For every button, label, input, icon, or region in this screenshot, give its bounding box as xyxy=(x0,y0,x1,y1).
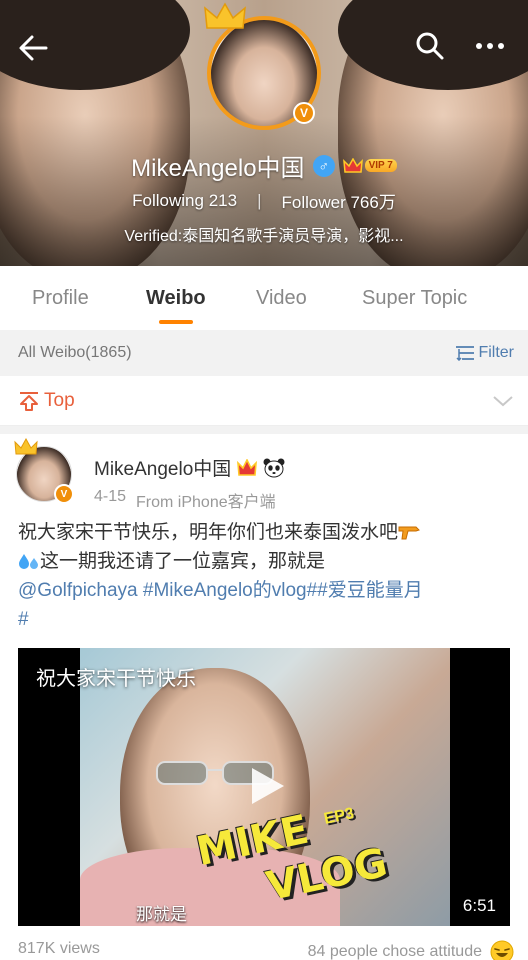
profile-avatar-wrap[interactable]: V xyxy=(204,2,321,130)
filter-bar: All Weibo(1865) Filter xyxy=(0,330,528,376)
all-weibo-count: All Weibo(1865) xyxy=(18,344,132,361)
crown-icon xyxy=(14,438,38,455)
back-button[interactable] xyxy=(16,30,52,66)
hashtag-link-end[interactable]: # xyxy=(18,609,29,630)
stats-separator: | xyxy=(257,190,262,210)
more-button[interactable] xyxy=(474,30,506,62)
attitude-text: 84 people chose attitude xyxy=(307,943,482,960)
mention-link[interactable]: @Golfpichaya xyxy=(18,580,138,601)
active-tab-indicator xyxy=(158,320,193,324)
follow-stats: Following 213 | Follower 766万 xyxy=(0,188,528,213)
vip-badge[interactable]: VIP 7 xyxy=(342,157,397,174)
post-text-line1: 祝大家宋干节快乐，明年你们也来泰国泼水吧 xyxy=(18,522,399,543)
vip-level-label: VIP 7 xyxy=(364,159,397,172)
tab-label: Profile xyxy=(32,286,89,309)
search-button[interactable] xyxy=(414,30,446,62)
tab-video[interactable]: Video xyxy=(256,266,307,330)
water-gun-icon xyxy=(398,526,420,540)
tab-label: Weibo xyxy=(146,286,206,309)
top-label-wrap: Top xyxy=(18,390,75,412)
profile-tabs: Profile Weibo Video Super Topic xyxy=(0,266,528,330)
verified-badge: V xyxy=(293,102,315,124)
post-author-name[interactable]: MikeAngelo中国 xyxy=(94,454,231,481)
play-icon[interactable] xyxy=(244,764,288,808)
verified-badge: V xyxy=(54,484,74,504)
tab-label: Super Topic xyxy=(362,286,468,309)
following-label: Following xyxy=(132,190,204,210)
post-text-line2: 这一期我还请了一位嘉宾，那就是 xyxy=(40,551,326,572)
profile-name-row: MikeAngelo中国 ♂ VIP 7 xyxy=(0,148,528,183)
post-avatar-wrap[interactable]: V xyxy=(14,438,76,506)
chevron-down-icon[interactable] xyxy=(492,394,514,408)
post-source: From iPhone客户端 xyxy=(136,494,276,511)
tab-super-topic[interactable]: Super Topic xyxy=(362,266,467,330)
section-divider xyxy=(0,426,528,434)
follower-label: Follower xyxy=(281,193,346,212)
video-subtitle: 那就是 xyxy=(136,905,187,924)
filter-button[interactable]: Filter xyxy=(455,344,514,362)
top-pin-icon xyxy=(20,391,38,411)
hashtag-link[interactable]: #MikeAngelo的vlog# xyxy=(138,580,317,601)
post-author-row: MikeAngelo中国 xyxy=(94,454,285,481)
vip-crown-icon xyxy=(237,458,258,476)
water-drops-icon xyxy=(19,554,38,569)
crown-icon xyxy=(204,2,246,29)
back-arrow-icon xyxy=(19,35,48,61)
post-date: 4-15 xyxy=(94,488,127,505)
following-count: 213 xyxy=(208,190,238,210)
view-count: 817K views xyxy=(18,940,100,957)
video-duration: 6:51 xyxy=(462,896,496,915)
search-icon xyxy=(416,32,444,60)
video-title: 祝大家宋干节快乐 xyxy=(36,668,196,690)
pinned-section[interactable]: Top xyxy=(0,376,528,426)
post-text: 祝大家宋干节快乐，明年你们也来泰国泼水吧 这一期我还请了一位嘉宾，那就是 @Go… xyxy=(18,518,512,634)
verified-description[interactable]: Verified:泰国知名歌手演员导演，影视... xyxy=(0,222,528,246)
vip-crown-icon xyxy=(342,157,363,173)
follower-stat[interactable]: Follower 766万 xyxy=(281,188,395,213)
top-label: Top xyxy=(44,389,75,411)
more-dots-icon xyxy=(476,43,504,49)
tab-weibo[interactable]: Weibo xyxy=(146,266,206,330)
following-stat[interactable]: Following 213 xyxy=(132,191,237,211)
tab-label: Video xyxy=(256,286,307,309)
filter-label: Filter xyxy=(478,344,514,361)
hashtag-link[interactable]: #爱豆能量月 xyxy=(317,580,423,601)
profile-name: MikeAngelo中国 xyxy=(131,155,305,182)
panda-icon xyxy=(263,458,285,477)
male-gender-icon: ♂ xyxy=(312,154,335,177)
post-meta: 4-15 From iPhone客户端 xyxy=(94,488,276,512)
follower-count: 766万 xyxy=(350,193,396,212)
laughing-emoji-icon xyxy=(490,940,514,960)
post-footer: 817K views 84 people chose attitude xyxy=(18,940,514,960)
attitude-summary[interactable]: 84 people chose attitude xyxy=(308,940,514,960)
filter-icon xyxy=(456,346,475,361)
video-player[interactable]: 祝大家宋干节快乐 MIKE EP3 VLOG 那就是 6:51 xyxy=(18,648,510,926)
tab-profile[interactable]: Profile xyxy=(32,266,89,330)
weibo-post: V MikeAngelo中国 4-15 From iPhone客户端 祝大家宋干… xyxy=(0,434,528,960)
vlog-logo: MIKE EP3 VLOG xyxy=(192,805,396,910)
